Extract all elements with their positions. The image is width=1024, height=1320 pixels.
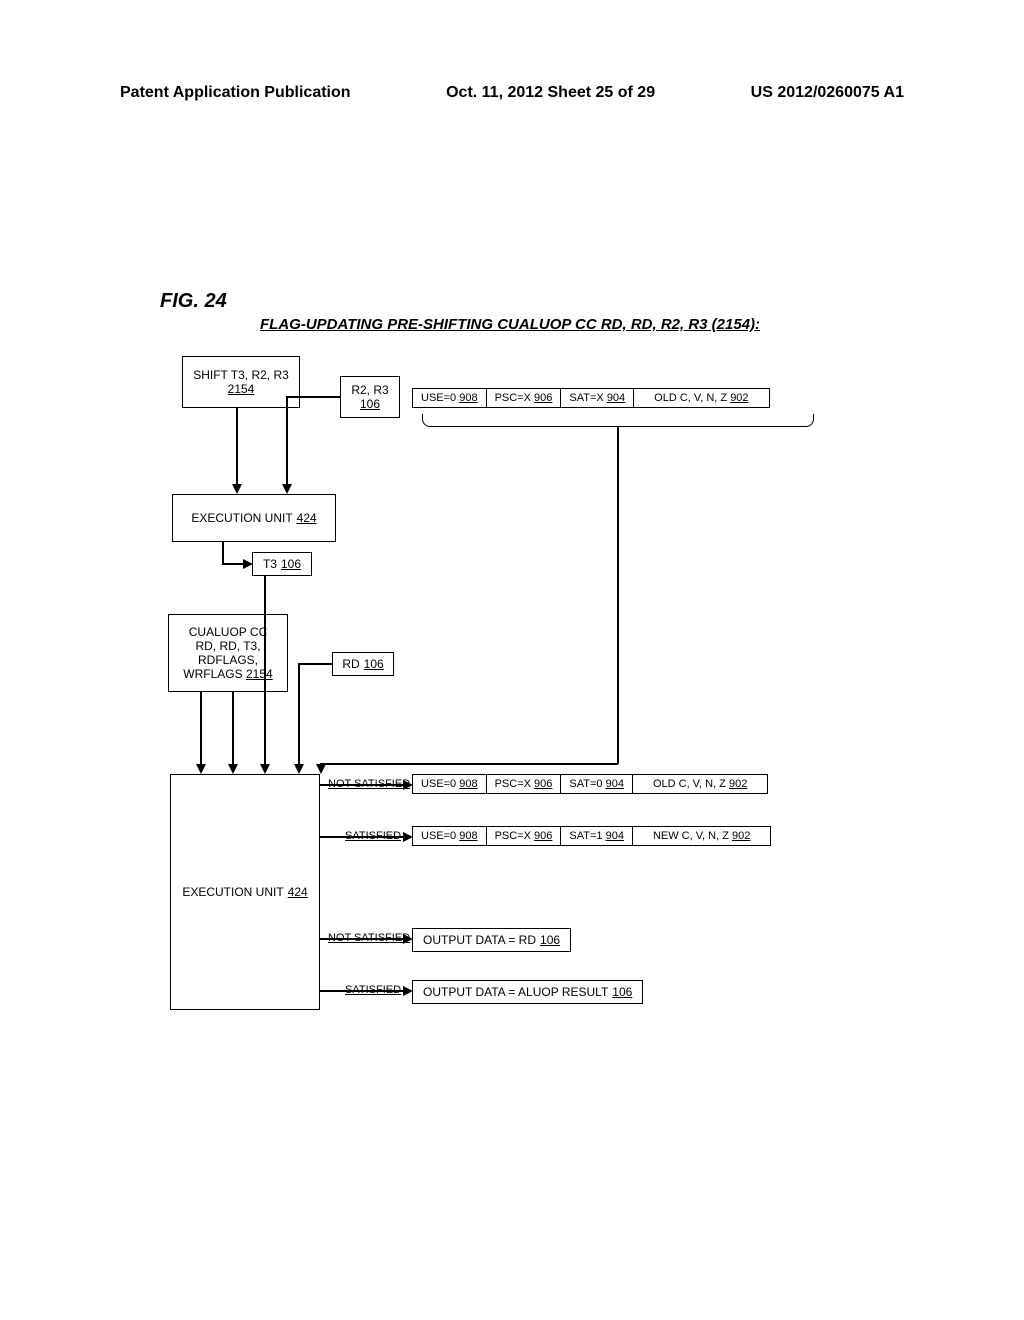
sat-cell: SAT=X 904 [561,389,634,407]
execunit2-label: EXECUTION UNIT [182,885,283,899]
page-header: Patent Application Publication Oct. 11, … [120,84,904,102]
r2r3-ref: 106 [360,397,380,411]
flags-row-not-satisfied: USE=0 908 PSC=X 906 SAT=0 904 OLD C, V, … [412,774,768,794]
t3-box: T3 106 [252,552,312,576]
psc-cell: PSC=X 906 [487,389,562,407]
header-center: Oct. 11, 2012 Sheet 25 of 29 [446,84,655,102]
t3-label: T3 [263,557,277,571]
cualuop-box: CUALUOP CC RD, RD, T3, RDFLAGS, WRFLAGS … [168,614,288,692]
rd-label: RD [342,657,359,671]
use-cell: USE=0 908 [413,389,487,407]
cualuop-l2: RD, RD, T3, [195,639,260,653]
figure-title: FLAG-UPDATING PRE-SHIFTING CUALUOP CC RD… [260,316,760,333]
output-not-satisfied-box: OUTPUT DATA = RD 106 [412,928,571,952]
diagram-area: SHIFT T3, R2, R3 2154 R2, R3 106 USE=0 9… [160,356,880,1036]
shift-ref: 2154 [228,382,255,396]
cualuop-l4: WRFLAGS 2154 [183,667,272,681]
execunit1-label: EXECUTION UNIT [191,511,292,525]
shift-label: SHIFT T3, R2, R3 [193,368,289,382]
cualuop-l3: RDFLAGS, [198,653,258,667]
execution-unit-1-box: EXECUTION UNIT 424 [172,494,336,542]
figure-label: FIG. 24 [160,290,227,313]
header-left: Patent Application Publication [120,84,351,102]
execunit1-ref: 424 [297,511,317,525]
patent-page: Patent Application Publication Oct. 11, … [0,0,1024,1320]
flags-row-initial: USE=0 908 PSC=X 906 SAT=X 904 OLD C, V, … [412,388,770,408]
cualuop-l1: CUALUOP CC [189,625,267,639]
flags-cell: OLD C, V, N, Z 902 [634,389,768,407]
rd-box: RD 106 [332,652,394,676]
brace-tail [617,426,619,764]
t3-ref: 106 [281,557,301,571]
r2r3-label: R2, R3 [351,383,388,397]
execution-unit-2-box: EXECUTION UNIT 424 [170,774,320,1010]
r2r3-box: R2, R3 106 [340,376,400,418]
rd-ref: 106 [364,657,384,671]
shift-box: SHIFT T3, R2, R3 2154 [182,356,300,408]
header-right: US 2012/0260075 A1 [751,84,904,102]
flags-row-satisfied: USE=0 908 PSC=X 906 SAT=1 904 NEW C, V, … [412,826,771,846]
output-satisfied-box: OUTPUT DATA = ALUOP RESULT 106 [412,980,643,1004]
execunit2-ref: 424 [288,885,308,899]
